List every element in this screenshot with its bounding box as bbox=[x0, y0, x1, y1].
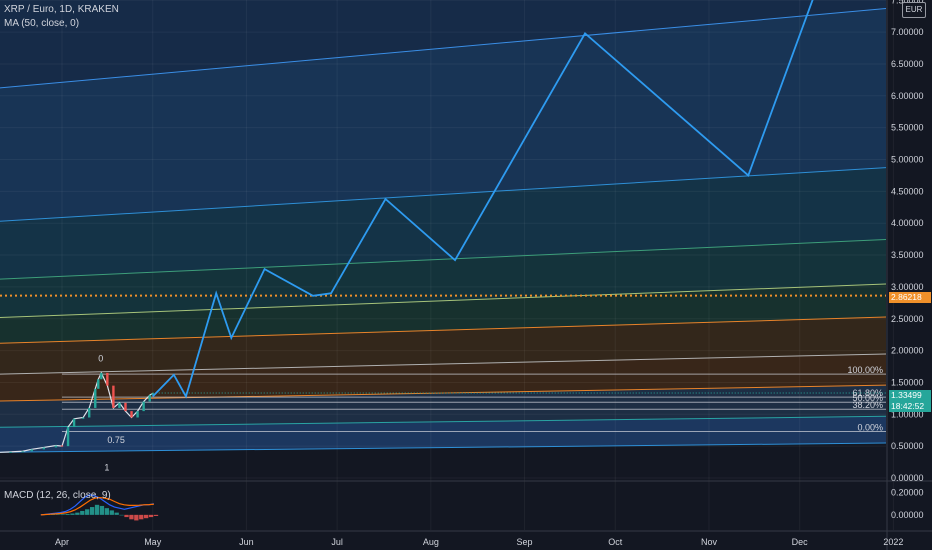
time-axis-tick: Sep bbox=[517, 537, 533, 547]
price-candle bbox=[124, 402, 127, 412]
price-axis-tick: 5.00000 bbox=[891, 155, 924, 165]
price-candle bbox=[142, 401, 145, 412]
macd-histogram-bar bbox=[129, 514, 134, 520]
macd-histogram-bar bbox=[114, 512, 119, 515]
time-axis-tick: Oct bbox=[608, 537, 623, 547]
time-axis-tick: Nov bbox=[701, 537, 718, 547]
price-candle bbox=[66, 427, 70, 447]
macd-indicator-label[interactable]: MACD (12, 26, close, 9) bbox=[4, 490, 111, 501]
price-candle bbox=[30, 449, 33, 452]
macd-histogram-bar bbox=[99, 505, 105, 515]
macd-histogram-bar bbox=[80, 510, 85, 515]
macd-axis-tick: 0.00000 bbox=[891, 510, 924, 520]
macd-histogram-bar bbox=[109, 510, 114, 515]
macd-histogram-bar bbox=[75, 512, 80, 515]
price-axis-tick: 6.50000 bbox=[891, 59, 924, 69]
price-axis-tick: 4.00000 bbox=[891, 218, 924, 228]
price-candle bbox=[100, 372, 103, 380]
pattern-label: 0.75 bbox=[107, 435, 125, 445]
price-candle bbox=[148, 395, 151, 402]
pattern-label: 1 bbox=[104, 462, 109, 472]
time-axis-tick: May bbox=[144, 537, 162, 547]
price-candle bbox=[81, 417, 85, 419]
price-candle bbox=[60, 445, 64, 447]
price-candle bbox=[136, 411, 139, 418]
price-candle bbox=[94, 388, 97, 408]
price-axis-tick: 5.50000 bbox=[891, 123, 924, 133]
price-candle bbox=[21, 451, 24, 453]
time-axis-tick: Jun bbox=[239, 537, 254, 547]
currency-badge[interactable]: EUR bbox=[902, 2, 926, 18]
price-candle bbox=[9, 451, 12, 453]
price-axis-tick: 0.00000 bbox=[891, 473, 924, 483]
ma-indicator-label[interactable]: MA (50, close, 0) bbox=[4, 18, 79, 29]
price-candle bbox=[112, 385, 115, 408]
macd-histogram-bar bbox=[104, 508, 110, 515]
horizontal-level-tag: 2.86218 bbox=[889, 292, 931, 303]
time-axis-tick: Aug bbox=[423, 537, 439, 547]
fib-level-label: 38.20% bbox=[852, 400, 883, 410]
macd-histogram-bar bbox=[124, 514, 129, 518]
price-axis-tick: 3.00000 bbox=[891, 282, 924, 292]
price-axis-tick: 2.50000 bbox=[891, 314, 924, 324]
price-candle bbox=[118, 402, 121, 408]
chart-canvas[interactable]: 100.00%61.80%50.00%38.20%0.00%00.7517.50… bbox=[0, 0, 932, 550]
macd-histogram-bar bbox=[89, 507, 95, 515]
price-axis-tick: 3.50000 bbox=[891, 250, 924, 260]
fib-level-label: 0.00% bbox=[857, 422, 883, 432]
price-candle bbox=[130, 411, 133, 418]
time-axis-tick: Dec bbox=[792, 537, 809, 547]
fib-level-label: 100.00% bbox=[847, 365, 883, 375]
time-axis-tick: Apr bbox=[55, 537, 69, 547]
macd-histogram-bar bbox=[153, 514, 159, 516]
macd-histogram-bar bbox=[134, 514, 139, 521]
price-candle bbox=[88, 407, 91, 418]
macd-histogram-bar bbox=[94, 504, 100, 515]
price-axis-tick: 7.00000 bbox=[891, 27, 924, 37]
price-candle bbox=[106, 372, 109, 386]
price-candle bbox=[97, 379, 100, 389]
macd-histogram-bar bbox=[65, 513, 70, 515]
macd-histogram-bar bbox=[70, 513, 75, 515]
time-axis-tick: Jul bbox=[331, 537, 343, 547]
price-candle bbox=[42, 447, 46, 450]
last-price-tag: 1.33499 bbox=[889, 390, 931, 401]
price-candle bbox=[54, 445, 58, 448]
price-axis-tick: 4.50000 bbox=[891, 186, 924, 196]
macd-histogram-bar bbox=[85, 509, 90, 515]
macd-axis-tick: 0.20000 bbox=[891, 488, 924, 498]
symbol-title[interactable]: XRP / Euro, 1D, KRAKEN bbox=[4, 4, 119, 15]
price-axis-tick: 6.00000 bbox=[891, 91, 924, 101]
macd-histogram-bar bbox=[119, 514, 124, 516]
price-axis-tick: 1.50000 bbox=[891, 377, 924, 387]
price-candle bbox=[72, 418, 76, 428]
price-axis-tick: 0.50000 bbox=[891, 441, 924, 451]
countdown-tag: 18:42:52 bbox=[889, 401, 931, 412]
pattern-label: 0 bbox=[98, 353, 103, 363]
macd-histogram-bar bbox=[144, 514, 149, 519]
macd-histogram-bar bbox=[139, 514, 144, 520]
macd-histogram-bar bbox=[148, 514, 154, 518]
time-axis-tick: 2022 bbox=[883, 537, 903, 547]
macd-histogram-bar bbox=[60, 514, 65, 515]
price-axis-tick: 2.00000 bbox=[891, 346, 924, 356]
